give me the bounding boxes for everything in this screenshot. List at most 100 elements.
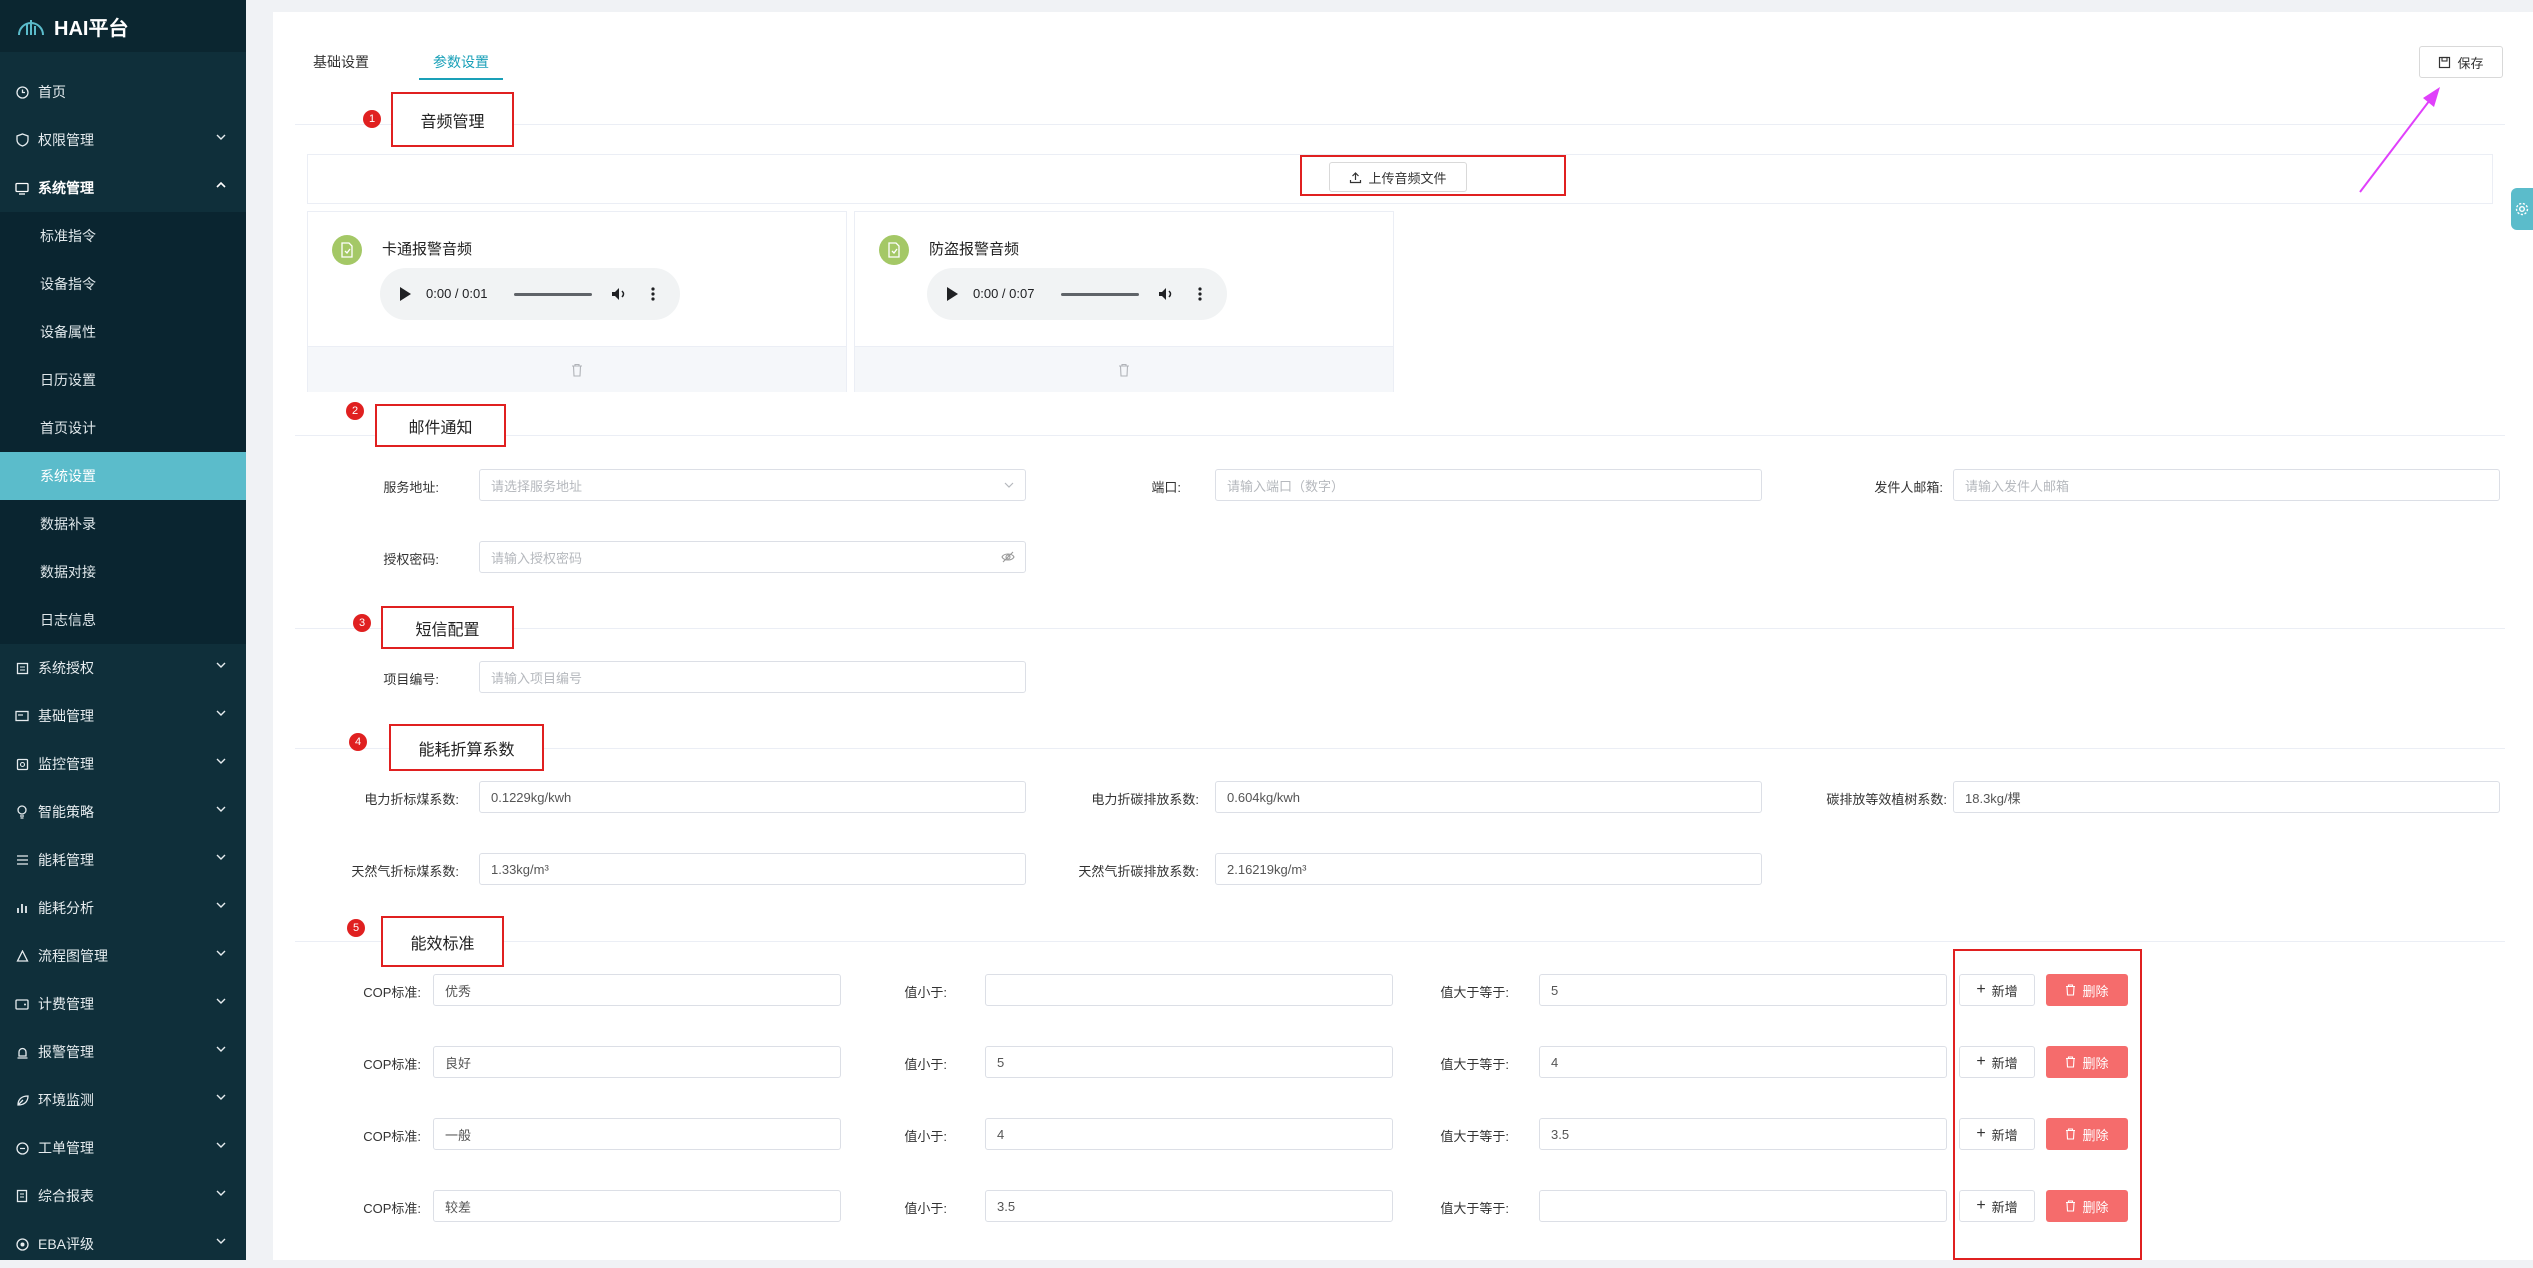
sidebar-item-energy-analysis[interactable]: 能耗分析: [0, 884, 246, 932]
audio-progress-track[interactable]: [514, 293, 592, 296]
greater-equal-input[interactable]: 5: [1539, 974, 1947, 1006]
gear-icon: [2515, 202, 2529, 216]
sidebar-item-system-license[interactable]: 系统授权: [0, 644, 246, 692]
service-address-select[interactable]: 请选择服务地址: [479, 469, 1026, 501]
chevron-down-icon: [216, 998, 226, 1004]
cop-input[interactable]: 优秀: [433, 974, 841, 1006]
sidebar-item-smart-strategy[interactable]: 智能策略: [0, 788, 246, 836]
less-than-input[interactable]: 3.5: [985, 1190, 1393, 1222]
chevron-down-icon: [216, 1046, 226, 1052]
sidebar-subitem-device-command[interactable]: 设备指令: [0, 260, 246, 308]
volume-icon[interactable]: [1157, 285, 1175, 303]
chevron-down-icon: [216, 134, 226, 140]
power-coal-input[interactable]: 0.1229kg/kwh: [479, 781, 1026, 813]
section-divider: [295, 124, 2505, 125]
eye-off-icon[interactable]: [1001, 551, 1015, 563]
chevron-down-icon: [216, 854, 226, 860]
delete-icon[interactable]: [571, 363, 583, 377]
sidebar-item-billing-management[interactable]: 计费管理: [0, 980, 246, 1028]
audio-time: 0:00 / 0:07: [973, 286, 1035, 301]
sidebar-item-label: 设备指令: [40, 276, 96, 292]
sidebar-subitem-data-supplement[interactable]: 数据补录: [0, 500, 246, 548]
audio-player[interactable]: 0:00 / 0:07: [927, 268, 1227, 320]
more-icon[interactable]: [1197, 285, 1203, 303]
sidebar-subitem-calendar[interactable]: 日历设置: [0, 356, 246, 404]
sidebar-item-label: EBA评级: [38, 1236, 95, 1252]
save-button[interactable]: 保存: [2419, 46, 2503, 78]
clock-icon: [14, 84, 30, 100]
auth-password-input[interactable]: 请输入授权密码: [479, 541, 1026, 573]
list-icon: [14, 852, 30, 868]
cop-input[interactable]: 一般: [433, 1118, 841, 1150]
sidebar-item-label: 权限管理: [38, 132, 94, 148]
sidebar-subitem-device-attribute[interactable]: 设备属性: [0, 308, 246, 356]
annotation-arrow-icon: [2359, 87, 2440, 193]
sidebar-item-label: 数据对接: [40, 564, 96, 580]
audio-card-footer: [308, 346, 846, 392]
more-icon[interactable]: [650, 285, 656, 303]
chevron-up-icon: [216, 181, 226, 188]
greater-equal-input[interactable]: 3.5: [1539, 1118, 1947, 1150]
license-icon: [14, 660, 30, 676]
sidebar-item-label: 能耗分析: [38, 900, 94, 916]
sidebar-subitem-log-info[interactable]: 日志信息: [0, 596, 246, 644]
less-than-input[interactable]: 4: [985, 1118, 1393, 1150]
greater-equal-label: 值大于等于:: [1440, 1057, 1509, 1072]
project-number-input[interactable]: 请输入项目编号: [479, 661, 1026, 693]
section-title-audio: 音频管理: [391, 92, 514, 147]
section-divider: [295, 941, 2505, 942]
active-tab-underline: [419, 78, 503, 80]
audio-progress-track[interactable]: [1061, 293, 1139, 296]
sidebar-subitem-home-design[interactable]: 首页设计: [0, 404, 246, 452]
tab-parameter-settings[interactable]: 参数设置: [433, 52, 489, 72]
sidebar-item-eba-rating[interactable]: EBA评级: [0, 1220, 246, 1268]
sender-email-input[interactable]: 请输入发件人邮箱: [1953, 469, 2500, 501]
volume-icon[interactable]: [610, 285, 628, 303]
play-icon[interactable]: [947, 287, 958, 301]
sidebar-item-label: 日志信息: [40, 612, 96, 628]
audio-player[interactable]: 0:00 / 0:01: [380, 268, 680, 320]
sidebar-item-label: 标准指令: [40, 228, 96, 244]
tree-equivalent-input[interactable]: 18.3kg/棵: [1953, 781, 2500, 813]
sidebar-item-basic-management[interactable]: 基础管理: [0, 692, 246, 740]
sidebar-item-energy-management[interactable]: 能耗管理: [0, 836, 246, 884]
section-divider: [295, 628, 2505, 629]
less-than-label: 值小于:: [904, 1057, 947, 1072]
sidebar-item-system-management[interactable]: 系统管理: [0, 164, 246, 212]
settings-drawer-tab[interactable]: [2511, 188, 2533, 230]
sidebar-item-alarm-management[interactable]: 报警管理: [0, 1028, 246, 1076]
sidebar-subitem-standard-command[interactable]: 标准指令: [0, 212, 246, 260]
sidebar-item-permission[interactable]: 权限管理: [0, 116, 246, 164]
less-than-input[interactable]: 5: [985, 1046, 1393, 1078]
sidebar-subitem-data-integration[interactable]: 数据对接: [0, 548, 246, 596]
tab-basic-settings[interactable]: 基础设置: [313, 52, 369, 72]
delete-icon[interactable]: [1118, 363, 1130, 377]
sidebar-item-monitor-management[interactable]: 监控管理: [0, 740, 246, 788]
power-carbon-input[interactable]: 0.604kg/kwh: [1215, 781, 1762, 813]
audio-card-cartoon: 卡通报警音频 0:00 / 0:01: [307, 211, 847, 392]
sidebar-item-home[interactable]: 首页: [0, 68, 246, 116]
section-number-badge: 2: [346, 402, 364, 420]
cop-input[interactable]: 较差: [433, 1190, 841, 1222]
port-input[interactable]: 请输入端口（数字）: [1215, 469, 1762, 501]
less-than-input[interactable]: [985, 974, 1393, 1006]
section-title-sms: 短信配置: [381, 606, 514, 649]
power-coal-label: 电力折标煤系数:: [364, 792, 459, 807]
sidebar-item-work-order[interactable]: 工单管理: [0, 1124, 246, 1172]
chevron-down-icon: [216, 806, 226, 812]
sidebar-item-report[interactable]: 综合报表: [0, 1172, 246, 1220]
greater-equal-input[interactable]: [1539, 1190, 1947, 1222]
play-icon[interactable]: [400, 287, 411, 301]
gas-carbon-input[interactable]: 2.16219kg/m³: [1215, 853, 1762, 885]
gas-coal-input[interactable]: 1.33kg/m³: [479, 853, 1026, 885]
sidebar-subitem-system-settings[interactable]: 系统设置: [0, 452, 246, 500]
greater-equal-input[interactable]: 4: [1539, 1046, 1947, 1078]
cop-input[interactable]: 良好: [433, 1046, 841, 1078]
upload-highlight-box: [1300, 155, 1566, 196]
sidebar-item-flowchart-management[interactable]: 流程图管理: [0, 932, 246, 980]
shield-icon: [14, 132, 30, 148]
sidebar-item-environment-monitor[interactable]: 环境监测: [0, 1076, 246, 1124]
app-logo[interactable]: HAI平台: [0, 0, 246, 52]
card-icon: [14, 708, 30, 724]
sidebar-item-label: 首页设计: [40, 420, 96, 436]
